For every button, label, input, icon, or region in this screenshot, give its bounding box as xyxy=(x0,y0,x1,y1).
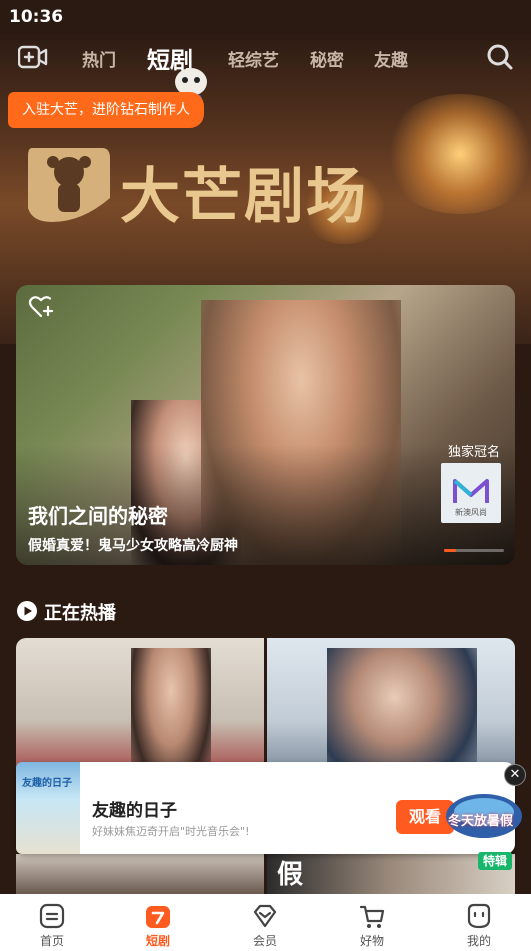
sponsor-brand: 新澳风尚 xyxy=(455,508,487,517)
mini-title: 友趣的日子 xyxy=(92,801,177,821)
brand-logo-icon xyxy=(28,148,110,222)
bottom-tab-bar: 首页 短剧 会员 好物 我的 xyxy=(0,894,531,951)
mini-player[interactable]: 友趣的日子 友趣的日子 好妹妹焦迈奇开启"时光音乐会"! 观看 ✕ xyxy=(16,762,526,854)
drama-thumbnail[interactable] xyxy=(16,854,264,894)
search-icon[interactable] xyxy=(486,43,514,71)
profile-icon xyxy=(467,903,491,929)
featured-title: 我们之间的秘密 xyxy=(28,504,168,528)
winter-badge[interactable]: 冬天放暑假 特辑 xyxy=(444,786,524,870)
carousel-indicator xyxy=(444,549,504,552)
bottom-tab-vip[interactable]: 会员 xyxy=(225,894,305,951)
sponsor-label: 独家冠名 xyxy=(448,445,501,460)
poster-text: 假 xyxy=(277,860,304,890)
sponsor-logo[interactable]: 新澳风尚 xyxy=(441,463,501,523)
bottom-tab-profile[interactable]: 我的 xyxy=(439,894,519,951)
featured-subtitle: 假婚真爱！鬼马少女攻略高冷厨神 xyxy=(28,538,238,554)
status-time: 10:36 xyxy=(9,7,64,27)
close-icon[interactable]: ✕ xyxy=(504,764,526,786)
top-nav: 热门 短剧 轻综艺 秘密 友趣 xyxy=(0,38,531,78)
poster-text: 友趣的日子 xyxy=(22,778,72,789)
tab-hot[interactable]: 热门 xyxy=(82,46,116,71)
bottom-tab-label: 会员 xyxy=(252,934,277,948)
play-circle-icon xyxy=(17,601,37,621)
bottom-tab-short-drama[interactable]: 短剧 xyxy=(118,894,198,951)
bottom-tab-goods[interactable]: 好物 xyxy=(332,894,412,951)
bottom-tab-label: 首页 xyxy=(39,934,64,948)
tab-secret[interactable]: 秘密 xyxy=(310,46,344,71)
vip-diamond-icon xyxy=(253,904,277,928)
status-bar: 10:36 xyxy=(0,0,531,34)
video-camera-icon[interactable] xyxy=(18,45,48,69)
tab-fun[interactable]: 友趣 xyxy=(374,46,408,71)
bottom-tab-label: 短剧 xyxy=(145,934,170,948)
mini-poster: 友趣的日子 xyxy=(16,762,80,854)
tab-light-variety[interactable]: 轻综艺 xyxy=(228,46,279,71)
brand-title: 大芒剧场 xyxy=(120,162,368,232)
mini-subtitle: 好妹妹焦迈奇开启"时光音乐会"! xyxy=(92,825,250,838)
sparkle-decoration xyxy=(380,94,531,214)
bottom-tab-home[interactable]: 首页 xyxy=(12,894,92,951)
carousel-indicator-fill xyxy=(444,549,456,552)
short-drama-icon xyxy=(146,906,170,928)
special-tag: 特辑 xyxy=(478,852,512,870)
home-icon xyxy=(39,903,65,929)
cart-icon xyxy=(359,905,385,928)
winter-badge-text: 冬天放暑假 xyxy=(448,814,514,829)
section-title: 正在热播 xyxy=(44,603,116,624)
featured-card[interactable]: 我们之间的秘密 假婚真爱！鬼马少女攻略高冷厨神 独家冠名 新澳风尚 xyxy=(16,285,515,565)
favorite-heart-icon[interactable] xyxy=(28,295,54,319)
bottom-tab-label: 好物 xyxy=(359,934,384,948)
bottom-tab-label: 我的 xyxy=(466,934,491,948)
drama-row: 假 xyxy=(16,854,515,894)
promo-banner[interactable]: 入驻大芒，进阶钻石制作人 xyxy=(8,92,204,128)
